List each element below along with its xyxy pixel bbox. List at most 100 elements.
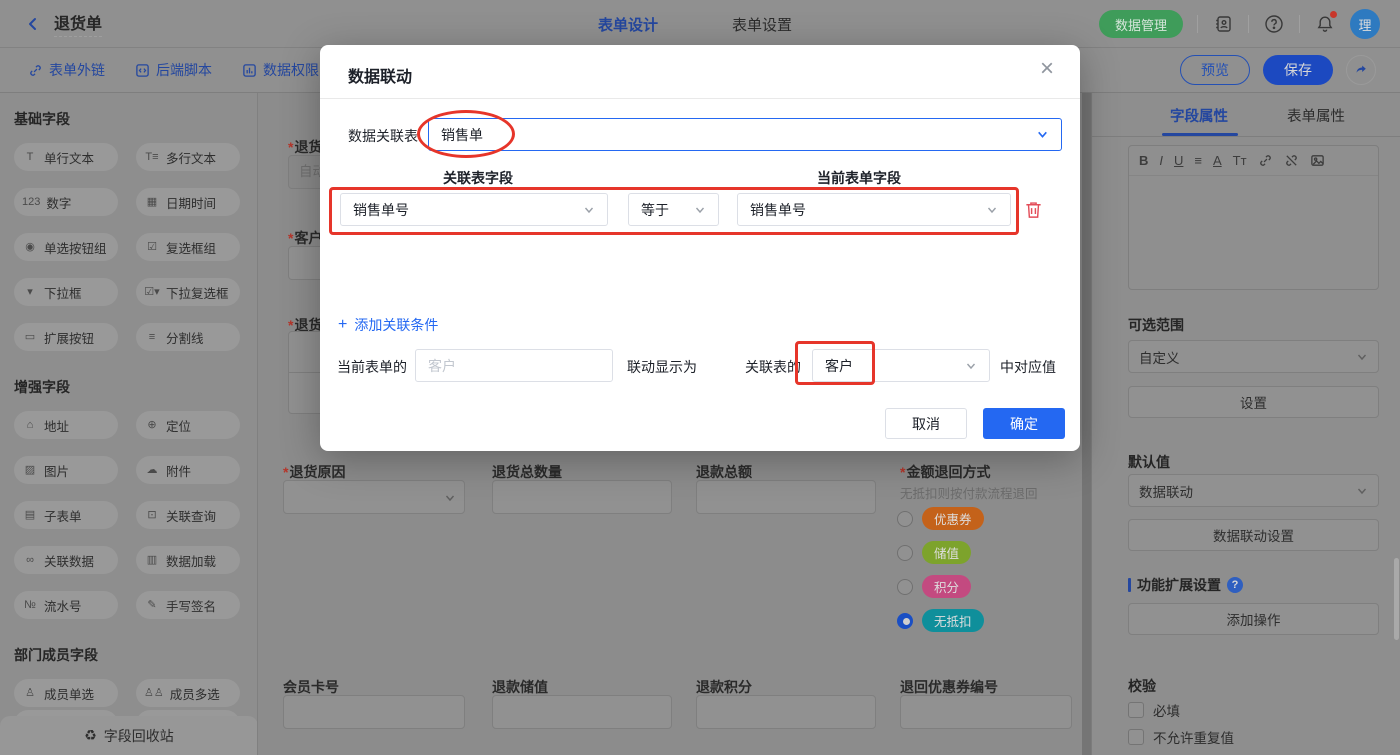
canvas-input[interactable]	[696, 480, 876, 514]
sidebar-item-dropdown[interactable]: ▾ 下拉框	[14, 278, 118, 306]
relation-table-select[interactable]: 销售单	[428, 118, 1062, 151]
canvas-input[interactable]	[492, 695, 672, 729]
condition-right-field-select[interactable]: 销售单号	[737, 193, 1011, 226]
italic-icon[interactable]: I	[1159, 154, 1163, 167]
tab-field-properties[interactable]: 字段属性	[1170, 105, 1228, 126]
radio-option-储值[interactable]: 储值	[897, 541, 972, 564]
tab-form-settings[interactable]: 表单设置	[732, 14, 792, 35]
sidebar-item-signature[interactable]: ✎ 手写签名	[136, 591, 240, 619]
sidebar-item-member-multi[interactable]: ♙♙ 成员多选	[136, 679, 240, 707]
sidebar-item-single-line-text[interactable]: T 单行文本	[14, 143, 118, 171]
display-field-input[interactable]: 客户	[415, 349, 613, 382]
tab-form-design[interactable]: 表单设计	[598, 14, 658, 35]
radio-option-无抵扣[interactable]: 无抵扣	[897, 609, 984, 632]
checkbox-icon[interactable]	[1128, 729, 1144, 745]
underline-icon[interactable]: U	[1174, 154, 1183, 167]
column-header-relation-field: 关联表字段	[443, 170, 513, 186]
field-recycle-bin[interactable]: ♻ 字段回收站	[0, 716, 257, 755]
canvas-input[interactable]	[492, 480, 672, 514]
sidebar-item-relation-query[interactable]: ⊡ 关联查询	[136, 501, 240, 529]
tab-form-properties[interactable]: 表单属性	[1287, 105, 1345, 126]
radio-option-积分[interactable]: 积分	[897, 575, 972, 598]
sidebar-item-datetime[interactable]: ▦ 日期时间	[136, 188, 240, 216]
back-icon[interactable]	[22, 13, 44, 35]
preview-button[interactable]: 预览	[1180, 55, 1250, 85]
radio-icon[interactable]	[897, 612, 913, 629]
font-color-icon[interactable]: A	[1213, 154, 1222, 167]
sidebar-item-label: 手写签名	[166, 599, 217, 614]
insert-image-icon[interactable]	[1310, 153, 1325, 168]
link-icon[interactable]	[1258, 153, 1273, 168]
checkbox-icon[interactable]	[1128, 702, 1144, 718]
contact-book-icon[interactable]	[1212, 13, 1234, 35]
field-description-editor[interactable]: B I U ≡ A Tт	[1128, 145, 1379, 290]
sidebar-item-member-single[interactable]: ♙ 成员单选	[14, 679, 118, 707]
canvas-scrollbar[interactable]	[1082, 93, 1091, 755]
canvas-input[interactable]	[900, 695, 1072, 729]
toolbar-link-data-permission[interactable]: 数据权限	[242, 60, 319, 80]
condition-operator-select[interactable]: 等于	[628, 193, 719, 226]
validation-check-0[interactable]: 必填	[1128, 700, 1180, 720]
sidebar-item-label: 附件	[166, 464, 192, 479]
data-linkage-settings-button[interactable]: 数据联动设置	[1128, 519, 1379, 551]
toolbar-link-backend-script[interactable]: 后端脚本	[135, 60, 212, 80]
sidebar-item-label: 子表单	[44, 509, 82, 524]
unlink-icon[interactable]	[1284, 153, 1299, 168]
relation-display-field-select[interactable]: 客户	[812, 349, 990, 382]
chevron-down-icon	[444, 492, 456, 504]
sub-form-icon: ▤	[24, 508, 36, 521]
sidebar-section-items: T 单行文本 T≡ 多行文本 123 数字 ▦ 日期时间 ◉ 单选按钮组 ☑ 复选框组 ▾ 下拉框 ☑▾ 下拉…	[14, 143, 243, 351]
single-line-text-icon: T	[26, 150, 34, 163]
sidebar-item-extend-button[interactable]: ▭ 扩展按钮	[14, 323, 118, 351]
sidebar-item-dropdown-multi[interactable]: ☑▾ 下拉复选框	[136, 278, 240, 306]
sidebar-item-data-load[interactable]: ▥ 数据加载	[136, 546, 240, 574]
save-button[interactable]: 保存	[1263, 55, 1333, 85]
range-settings-button[interactable]: 设置	[1128, 386, 1379, 418]
canvas-select[interactable]	[283, 480, 465, 514]
sidebar-section-items: ♙ 成员单选 ♙♙ 成员多选	[14, 679, 243, 707]
canvas-input[interactable]	[696, 695, 876, 729]
condition-left-field-select[interactable]: 销售单号	[340, 193, 608, 226]
default-value-select[interactable]: 数据联动	[1128, 474, 1379, 507]
sidebar-item-sub-form[interactable]: ▤ 子表单	[14, 501, 118, 529]
help-icon[interactable]	[1263, 13, 1285, 35]
data-manage-button[interactable]: 数据管理	[1098, 10, 1183, 38]
sidebar-item-divider[interactable]: ≡ 分割线	[136, 323, 240, 351]
delete-condition-icon[interactable]	[1024, 200, 1043, 219]
extension-help-icon[interactable]: ?	[1227, 577, 1243, 593]
sidebar-item-multi-line-text[interactable]: T≡ 多行文本	[136, 143, 240, 171]
radio-option-优惠券[interactable]: 优惠券	[897, 507, 984, 530]
relation-table-prefix: 关联表的	[745, 359, 801, 375]
radio-icon[interactable]	[897, 544, 913, 561]
sidebar-section-title: 部门成员字段	[14, 647, 98, 663]
sidebar-item-checkbox-group[interactable]: ☑ 复选框组	[136, 233, 240, 261]
sidebar-item-relation-data[interactable]: ∞ 关联数据	[14, 546, 118, 574]
radio-icon[interactable]	[897, 510, 913, 527]
add-action-button[interactable]: 添加操作	[1128, 603, 1379, 635]
sidebar-item-serial-number[interactable]: № 流水号	[14, 591, 118, 619]
sidebar-item-address[interactable]: ⌂ 地址	[14, 411, 118, 439]
sidebar-item-radio-group[interactable]: ◉ 单选按钮组	[14, 233, 118, 261]
sidebar-item-attachment[interactable]: ☁ 附件	[136, 456, 240, 484]
bold-icon[interactable]: B	[1139, 154, 1148, 167]
sidebar-item-location[interactable]: ⊕ 定位	[136, 411, 240, 439]
radio-icon[interactable]	[897, 578, 913, 595]
avatar[interactable]: 理	[1350, 9, 1380, 39]
confirm-button[interactable]: 确定	[983, 408, 1065, 439]
optional-range-select[interactable]: 自定义	[1128, 340, 1379, 373]
cancel-button[interactable]: 取消	[885, 408, 967, 439]
validation-check-1[interactable]: 不允许重复值	[1128, 727, 1234, 747]
align-icon[interactable]: ≡	[1194, 154, 1202, 167]
form-title[interactable]: 退货单	[54, 10, 103, 37]
toolbar-link-form-external-link[interactable]: 表单外链	[28, 60, 105, 80]
close-icon[interactable]: ×	[1040, 57, 1054, 81]
field-library-sidebar: 基础字段 T 单行文本 T≡ 多行文本 123 数字 ▦ 日期时间 ◉ 单选按钮组 ☑ 复选框组 ▾ 下拉框…	[0, 93, 258, 755]
notification-bell-icon[interactable]	[1314, 11, 1337, 35]
panel-scrollbar-thumb[interactable]	[1394, 558, 1399, 640]
canvas-input[interactable]	[283, 695, 465, 729]
font-size-icon[interactable]: Tт	[1233, 154, 1247, 167]
share-button[interactable]	[1346, 55, 1376, 85]
sidebar-item-image[interactable]: ▨ 图片	[14, 456, 118, 484]
sidebar-item-number[interactable]: 123 数字	[14, 188, 118, 216]
add-condition-link[interactable]: + 添加关联条件	[338, 315, 438, 335]
